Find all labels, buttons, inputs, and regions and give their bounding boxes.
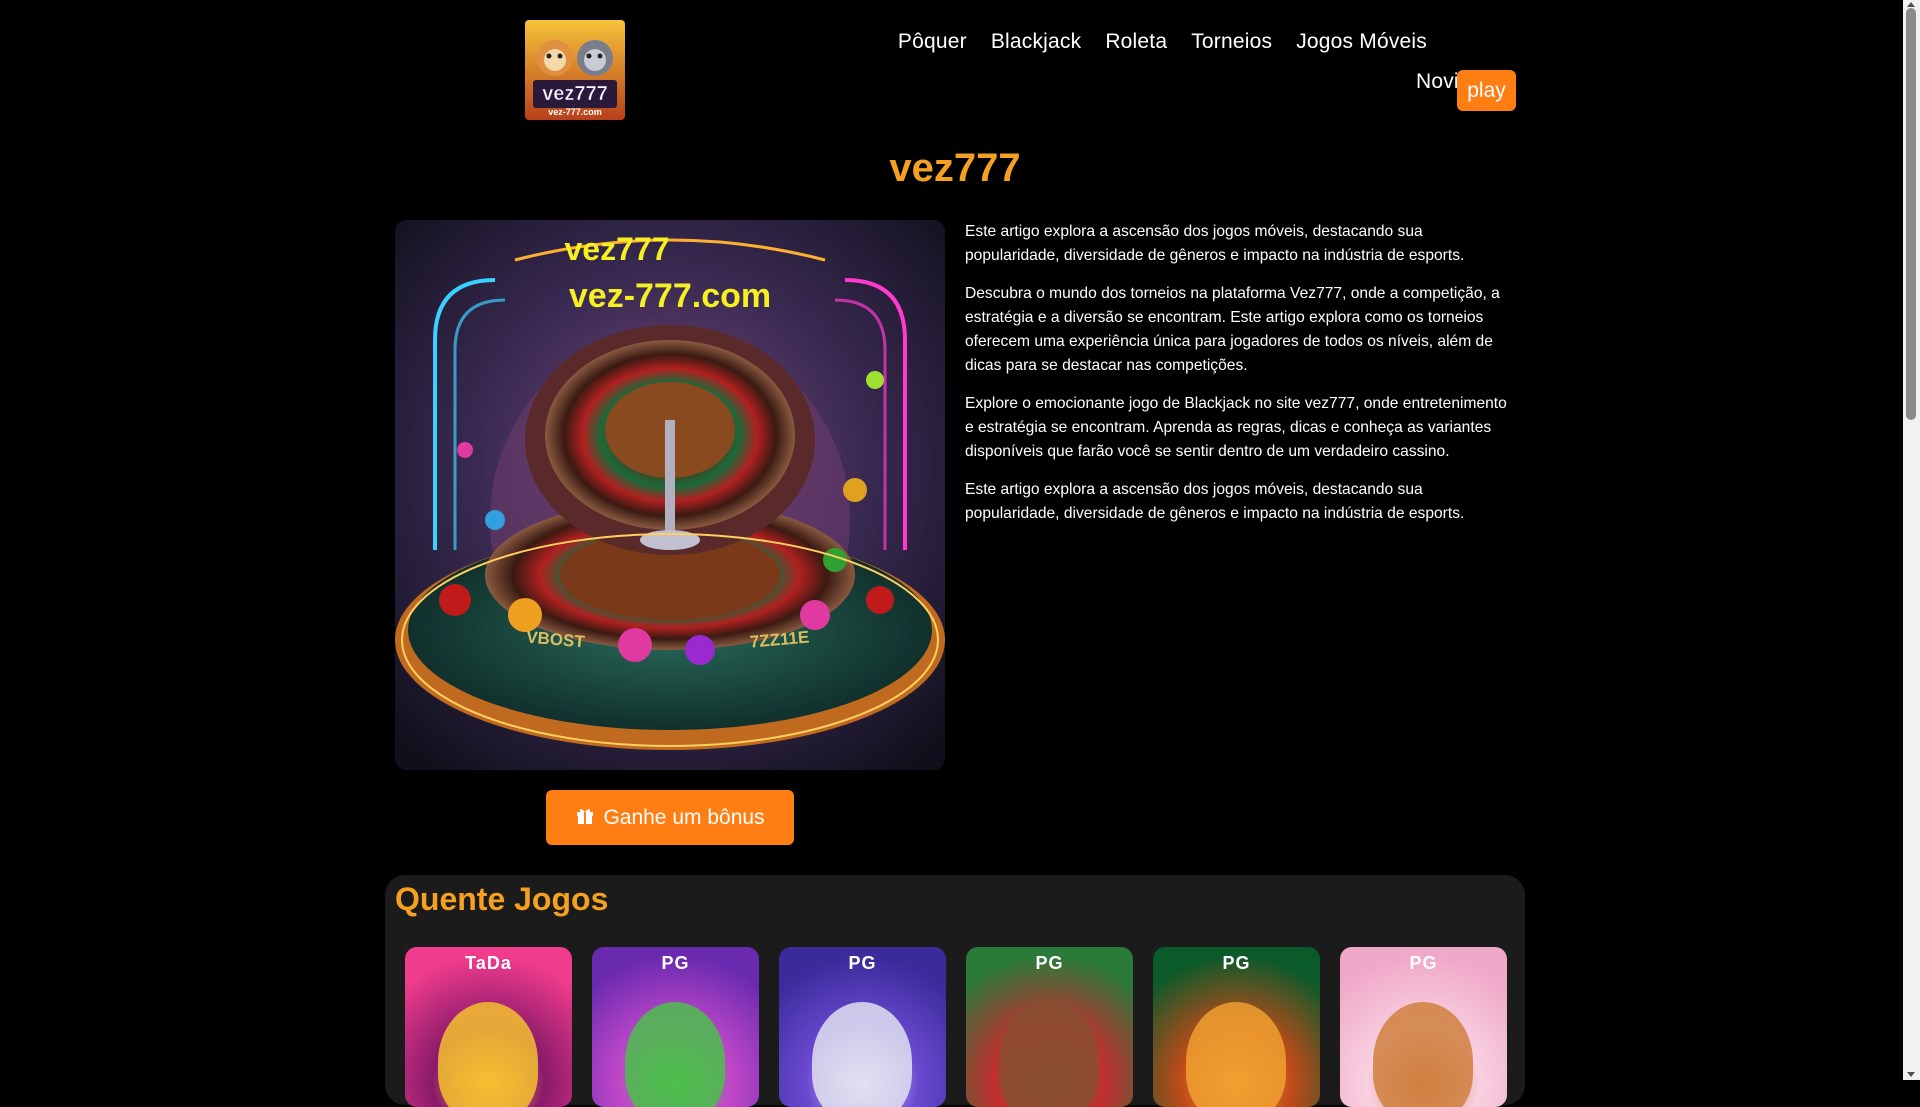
- hot-games-section: Quente Jogos TaDa PG PG PG PG PG: [385, 875, 1525, 1107]
- page-scrollbar[interactable]: [1903, 0, 1920, 1080]
- game-card[interactable]: TaDa: [405, 947, 572, 1107]
- logo-text: vez777: [542, 83, 608, 105]
- article-paragraph: Descubra o mundo dos torneios na platafo…: [965, 285, 1500, 374]
- game-artwork: [812, 1002, 912, 1107]
- hero-image: vez777 vez-777.com VBOST 7ZZ11E: [395, 220, 945, 770]
- page-title: vez777: [889, 146, 1021, 190]
- games-grid: TaDa PG PG PG PG PG: [405, 947, 1507, 1107]
- game-card[interactable]: PG: [592, 947, 759, 1107]
- game-card[interactable]: PG: [779, 947, 946, 1107]
- site-logo[interactable]: vez777 vez-777.com: [525, 20, 625, 120]
- nav-blackjack[interactable]: Blackjack: [991, 30, 1082, 54]
- hot-games-title: Quente Jogos: [395, 881, 609, 917]
- scroll-down-arrow-icon[interactable]: [1907, 1072, 1915, 1077]
- game-artwork: [1186, 1002, 1286, 1107]
- logo-subtext: vez-777.com: [548, 107, 602, 117]
- gift-icon: [575, 805, 595, 831]
- game-artwork: [625, 1002, 725, 1107]
- game-brand-label: PG: [1409, 953, 1438, 973]
- game-brand-label: PG: [848, 953, 877, 973]
- article-paragraph: Este artigo explora a ascensão dos jogos…: [965, 481, 1465, 522]
- bonus-button[interactable]: Ganhe um bônus: [546, 790, 794, 845]
- scrollbar-thumb[interactable]: [1906, 8, 1916, 420]
- article-paragraph: Explore o emocionante jogo de Blackjack …: [965, 395, 1507, 460]
- scroll-up-arrow-icon[interactable]: [1907, 2, 1915, 7]
- nav-torneios[interactable]: Torneios: [1191, 30, 1272, 54]
- bonus-button-label: Ganhe um bônus: [603, 805, 765, 829]
- nav-roleta[interactable]: Roleta: [1105, 30, 1167, 54]
- article-paragraph: Este artigo explora a ascensão dos jogos…: [965, 223, 1465, 264]
- game-artwork: [999, 1002, 1099, 1107]
- nav-poker[interactable]: Pôquer: [898, 30, 967, 54]
- play-button[interactable]: play: [1457, 70, 1516, 111]
- game-artwork: [1373, 1002, 1473, 1107]
- game-brand-label: PG: [1222, 953, 1251, 973]
- game-brand-label: PG: [1035, 953, 1064, 973]
- game-artwork: [438, 1002, 538, 1107]
- game-brand-label: PG: [661, 953, 690, 973]
- nav-jogos-moveis[interactable]: Jogos Móveis: [1296, 30, 1427, 54]
- hero-text-line1: vez777: [565, 231, 670, 267]
- article-summaries: Este artigo explora a ascensão dos jogos…: [965, 220, 1515, 540]
- game-brand-label: TaDa: [465, 953, 512, 973]
- main-nav: Pôquer Blackjack Roleta Torneios Jogos M…: [898, 30, 1427, 54]
- hero-text-line2: vez-777.com: [569, 277, 771, 315]
- game-card[interactable]: PG: [966, 947, 1133, 1107]
- game-card[interactable]: PG: [1153, 947, 1320, 1107]
- game-card[interactable]: PG: [1340, 947, 1507, 1107]
